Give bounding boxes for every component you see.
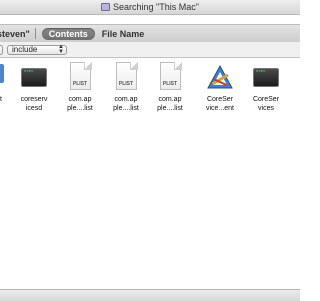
result-item[interactable]: PLIST com.ap ple....list	[58, 62, 102, 113]
result-label: CoreSer vices	[252, 96, 280, 112]
result-item[interactable]: PLIST com.ap ple....list	[148, 62, 192, 113]
result-label: t	[0, 96, 2, 103]
application-icon	[207, 65, 233, 89]
result-item[interactable]: exec CoreSer vices	[244, 62, 288, 113]
result-icon: PLIST	[155, 62, 185, 92]
status-bar	[0, 289, 300, 301]
criteria-operator-popup[interactable]: include ▲ ▼	[7, 43, 67, 55]
window-title: Searching "This Mac"	[113, 2, 199, 12]
result-icon: PLIST	[65, 62, 95, 92]
window-title-group: Searching "This Mac"	[101, 2, 199, 12]
result-icon: exec	[251, 62, 281, 92]
result-item[interactable]: CoreSer vice...ent	[198, 62, 242, 113]
terminal-executable-icon: exec	[253, 68, 279, 87]
smart-folder-icon	[101, 3, 111, 11]
scope-user-folder[interactable]: steven"	[0, 29, 30, 39]
criteria-attribute-popup[interactable]	[0, 44, 3, 55]
result-label: com.ap ple....list	[157, 96, 183, 112]
contents-filter-button[interactable]: Contents	[41, 27, 95, 40]
window-titlebar: Searching "This Mac"	[0, 0, 300, 15]
result-label: com.ap ple....list	[113, 96, 139, 112]
result-item[interactable]: PLIST com.ap ple....list	[104, 62, 148, 113]
search-criteria-row: include ▲ ▼	[0, 42, 300, 58]
result-label: coreserv icesd	[20, 96, 48, 112]
results-grid: t exec coreserv icesd PLIST com.ap ple..…	[0, 58, 300, 288]
search-scope-bar: steven" Contents File Name	[0, 24, 300, 43]
result-icon: PLIST	[111, 62, 141, 92]
result-label: com.ap ple....list	[67, 96, 93, 112]
result-label: CoreSer vice...ent	[205, 96, 234, 112]
result-icon: exec	[19, 62, 49, 92]
popup-arrows-icon: ▲ ▼	[58, 43, 64, 55]
file-name-filter-button[interactable]: File Name	[102, 29, 145, 39]
result-item[interactable]: exec coreserv icesd	[12, 62, 56, 113]
result-icon	[205, 62, 235, 92]
scope-divider	[34, 28, 36, 39]
application-icon[interactable]	[0, 64, 4, 83]
criteria-operator-label: include	[12, 45, 38, 54]
terminal-executable-icon: exec	[21, 68, 47, 87]
